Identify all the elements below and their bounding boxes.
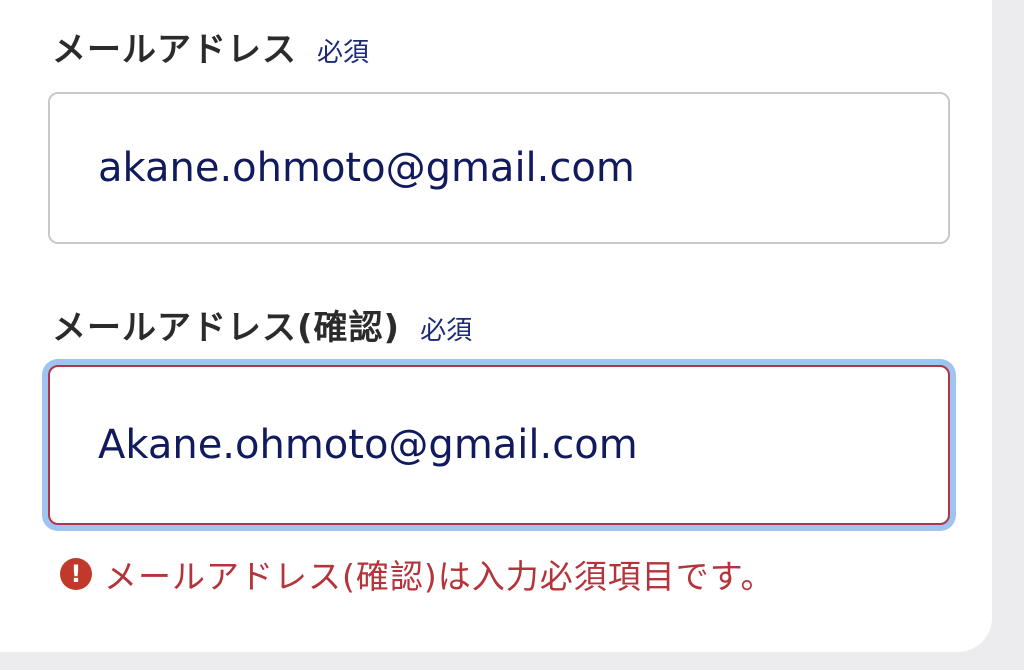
email-confirm-error-message: メールアドレス(確認)は入力必須項目です。 [104, 557, 775, 596]
email-confirm-error: ! メールアドレス(確認)は入力必須項目です。 [60, 550, 774, 598]
email-field-box[interactable] [48, 92, 950, 244]
email-confirm-label-row: メールアドレス(確認) 必須 [52, 300, 472, 349]
form-card: メールアドレス 必須 メールアドレス(確認) 必須 ! メールアドレス(確認)は… [0, 0, 992, 652]
email-input[interactable] [98, 145, 948, 191]
email-confirm-label: メールアドレス(確認) [52, 308, 401, 348]
email-required-badge: 必須 [317, 38, 370, 68]
email-label: メールアドレス [52, 30, 297, 70]
email-label-row: メールアドレス 必須 [52, 22, 369, 71]
email-confirm-required-badge: 必須 [420, 316, 473, 346]
email-confirm-input[interactable] [98, 422, 948, 468]
email-confirm-field-box[interactable] [48, 365, 950, 525]
error-exclamation-icon: ! [60, 558, 92, 590]
